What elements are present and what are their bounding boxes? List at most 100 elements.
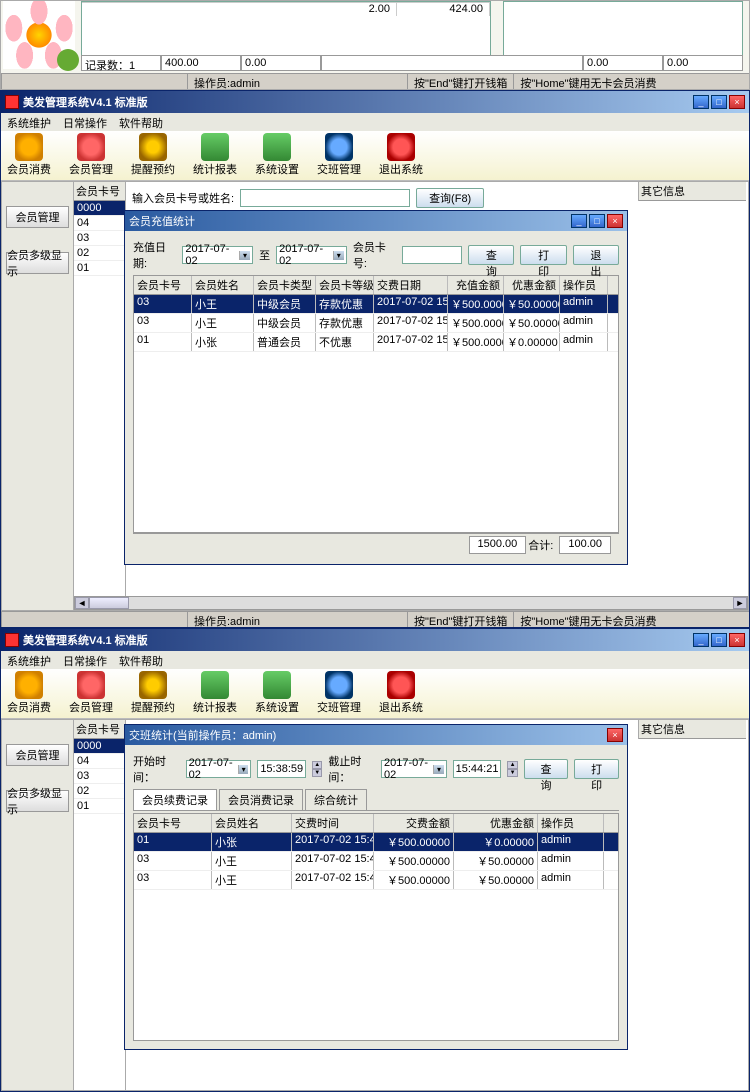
shift-end-time[interactable]: 15:44:21: [453, 760, 502, 778]
shift-query-button[interactable]: 查询: [524, 759, 569, 779]
tab-overall[interactable]: 综合统计: [305, 789, 367, 810]
menu-system[interactable]: 系统维护: [7, 653, 51, 667]
search-input[interactable]: [240, 189, 410, 207]
time-spinner[interactable]: ▲▼: [312, 761, 322, 777]
table-cell: 2017-07-02 15:44: [292, 871, 374, 889]
recharge-filter-row: 充值日期: 2017-07-02▾ 至 2017-07-02▾ 会员卡号: 查询…: [133, 239, 619, 271]
shift-start-date[interactable]: 2017-07-02▾: [186, 760, 252, 778]
menu-system[interactable]: 系统维护: [7, 115, 51, 129]
dialog-close-button[interactable]: ×: [607, 214, 623, 228]
search-button[interactable]: 查询(F8): [416, 188, 484, 208]
tool-member-consume[interactable]: 会员消费: [7, 133, 51, 178]
tool-report[interactable]: 统计报表: [193, 671, 237, 716]
table-cell: ￥50.00000: [504, 314, 560, 332]
table-row[interactable]: 03小王中级会员存款优惠2017-07-02 15:43￥500.00000￥5…: [134, 314, 618, 333]
recharge-card-input[interactable]: [402, 246, 462, 264]
menu-help[interactable]: 软件帮助: [119, 653, 163, 667]
close-button[interactable]: ×: [729, 633, 745, 647]
recharge-date-from[interactable]: 2017-07-02▾: [182, 246, 253, 264]
tool-shift[interactable]: 交班管理: [317, 133, 361, 178]
member-row[interactable]: 0000: [74, 739, 125, 754]
maximize-button[interactable]: □: [711, 633, 727, 647]
horizontal-scrollbar-1[interactable]: ◄ ►: [74, 596, 748, 610]
recharge-exit-button[interactable]: 退出: [573, 245, 619, 265]
flower-image: [3, 1, 75, 69]
member-row[interactable]: 03: [74, 769, 125, 784]
shift-start-time[interactable]: 15:38:59: [257, 760, 306, 778]
dialog-close-button[interactable]: ×: [607, 728, 623, 742]
side-member-manage[interactable]: 会员管理: [6, 206, 69, 228]
member-row[interactable]: 01: [74, 261, 125, 276]
table-cell: 2017-07-02 15:43: [374, 333, 448, 351]
table-row[interactable]: 03小王2017-07-02 15:44￥500.00000￥50.00000a…: [134, 871, 618, 890]
recharge-body: 充值日期: 2017-07-02▾ 至 2017-07-02▾ 会员卡号: 查询…: [125, 231, 627, 564]
col-amount: 交费金额: [374, 814, 454, 832]
member-row[interactable]: 02: [74, 784, 125, 799]
dialog-maximize-button[interactable]: □: [589, 214, 605, 228]
content-1: 会员管理 会员多级显示 会员卡号 0000 04 03 02 01 输入会员卡号…: [1, 181, 749, 611]
tool-label-6: 交班管理: [317, 699, 361, 715]
shift-body: 开始时间： 2017-07-02▾ 15:38:59 ▲▼ 截止时间： 2017…: [125, 745, 627, 1049]
recharge-sum2: 100.00: [559, 536, 611, 554]
status-operator-1: 操作员:admin: [187, 612, 407, 627]
menu-daily[interactable]: 日常操作: [63, 653, 107, 667]
member-row[interactable]: 01: [74, 799, 125, 814]
table-row[interactable]: 01小张普通会员不优惠2017-07-02 15:43￥500.00000￥0.…: [134, 333, 618, 352]
side-multilevel[interactable]: 会员多级显示: [6, 252, 69, 274]
tool-exit[interactable]: 退出系统: [379, 133, 423, 178]
time-spinner[interactable]: ▲▼: [507, 761, 517, 777]
table-cell: admin: [560, 333, 608, 351]
recharge-query-button[interactable]: 查询: [468, 245, 514, 265]
app-icon: [5, 633, 19, 647]
menubar-2: 系统维护 日常操作 软件帮助: [1, 651, 749, 669]
recharge-print-button[interactable]: 打印: [520, 245, 566, 265]
shift-print-button[interactable]: 打印: [574, 759, 619, 779]
minimize-button[interactable]: _: [693, 95, 709, 109]
side-member-manage[interactable]: 会员管理: [6, 744, 69, 766]
tab-renew[interactable]: 会员续费记录: [133, 789, 217, 810]
chevron-down-icon[interactable]: ▾: [239, 251, 250, 260]
scroll-right-icon[interactable]: ►: [733, 597, 747, 609]
chevron-down-icon[interactable]: ▾: [433, 765, 443, 774]
recharge-date-to[interactable]: 2017-07-02▾: [276, 246, 347, 264]
scroll-left-icon[interactable]: ◄: [75, 597, 89, 609]
shift-filter-row: 开始时间： 2017-07-02▾ 15:38:59 ▲▼ 截止时间： 2017…: [133, 753, 619, 785]
col-discount: 优惠金额: [504, 276, 560, 294]
tool-remind[interactable]: 提醒预约: [131, 671, 175, 716]
shift-grid: 会员卡号 会员姓名 交费时间 交费金额 优惠金额 操作员 01小张2017-07…: [133, 813, 619, 1041]
shift-end-date[interactable]: 2017-07-02▾: [381, 760, 447, 778]
member-row[interactable]: 04: [74, 754, 125, 769]
tool-label-1: 会员消费: [7, 161, 51, 177]
menu-help[interactable]: 软件帮助: [119, 115, 163, 129]
col-card: 会员卡号: [134, 276, 192, 294]
tool-settings[interactable]: 系统设置: [255, 671, 299, 716]
maximize-button[interactable]: □: [711, 95, 727, 109]
table-cell: ￥500.00000: [448, 333, 504, 351]
close-button[interactable]: ×: [729, 95, 745, 109]
tool-member-consume[interactable]: 会员消费: [7, 671, 51, 716]
member-row[interactable]: 02: [74, 246, 125, 261]
member-row[interactable]: 04: [74, 216, 125, 231]
member-row[interactable]: 03: [74, 231, 125, 246]
table-row[interactable]: 01小张2017-07-02 15:43￥500.00000￥0.00000ad…: [134, 833, 618, 852]
table-row[interactable]: 03小王中级会员存款优惠2017-07-02 15:44￥500.00000￥5…: [134, 295, 618, 314]
tool-exit[interactable]: 退出系统: [379, 671, 423, 716]
tool-member-manage[interactable]: 会员管理: [69, 671, 113, 716]
menu-daily[interactable]: 日常操作: [63, 115, 107, 129]
dialog-minimize-button[interactable]: _: [571, 214, 587, 228]
tab-consume[interactable]: 会员消费记录: [219, 789, 303, 810]
table-row[interactable]: 03小王2017-07-02 15:43￥500.00000￥50.00000a…: [134, 852, 618, 871]
tool-report[interactable]: 统计报表: [193, 133, 237, 178]
scroll-thumb[interactable]: [89, 597, 129, 609]
tool-member-manage[interactable]: 会员管理: [69, 133, 113, 178]
chevron-down-icon[interactable]: ▾: [333, 251, 344, 260]
member-row[interactable]: 0000: [74, 201, 125, 216]
minimize-button[interactable]: _: [693, 633, 709, 647]
tool-remind[interactable]: 提醒预约: [131, 133, 175, 178]
tool-shift[interactable]: 交班管理: [317, 671, 361, 716]
status-hint2: 按"Home"键用无卡会员消费: [513, 74, 662, 89]
side-multilevel[interactable]: 会员多级显示: [6, 790, 69, 812]
tool-settings[interactable]: 系统设置: [255, 133, 299, 178]
chevron-down-icon[interactable]: ▾: [238, 765, 248, 774]
recharge-to-label: 至: [259, 247, 270, 263]
